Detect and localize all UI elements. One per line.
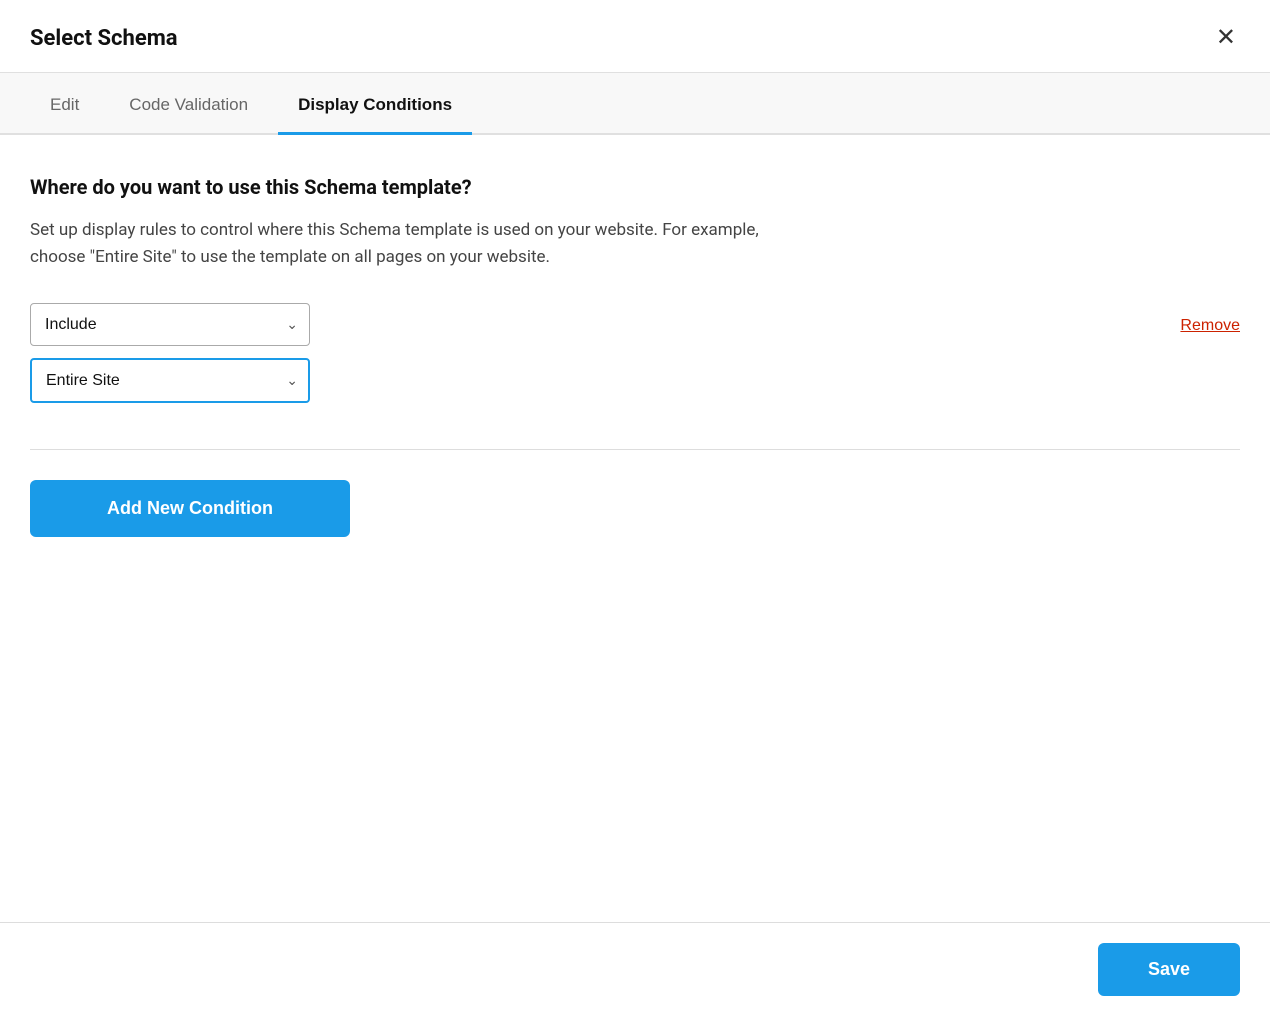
modal-footer: Save (0, 922, 1270, 1016)
close-button[interactable]: ✕ (1212, 22, 1240, 54)
tab-code-validation[interactable]: Code Validation (109, 73, 268, 133)
tabs-bar: Edit Code Validation Display Conditions (0, 73, 1270, 135)
modal-body: Where do you want to use this Schema tem… (0, 135, 1270, 922)
modal-header: Select Schema ✕ (0, 0, 1270, 73)
add-condition-button[interactable]: Add New Condition (30, 480, 350, 537)
section-description: Set up display rules to control where th… (30, 217, 780, 271)
modal-container: Select Schema ✕ Edit Code Validation Dis… (0, 0, 1270, 1016)
modal-title: Select Schema (30, 26, 178, 51)
location-select[interactable]: Entire Site Home Page Blog Posts Single … (30, 358, 310, 403)
include-select[interactable]: Include Exclude (30, 303, 310, 346)
remove-button[interactable]: Remove (1180, 303, 1240, 335)
tab-display-conditions[interactable]: Display Conditions (278, 73, 472, 133)
save-button[interactable]: Save (1098, 943, 1240, 996)
condition-divider (30, 449, 1240, 450)
tab-edit[interactable]: Edit (30, 73, 99, 133)
section-title: Where do you want to use this Schema tem… (30, 175, 1240, 199)
include-select-wrapper: Include Exclude ⌄ (30, 303, 310, 346)
condition-selects: Include Exclude ⌄ Entire Site Home Page … (30, 303, 310, 403)
location-select-wrapper: Entire Site Home Page Blog Posts Single … (30, 358, 310, 403)
condition-row: Include Exclude ⌄ Entire Site Home Page … (30, 303, 1240, 403)
